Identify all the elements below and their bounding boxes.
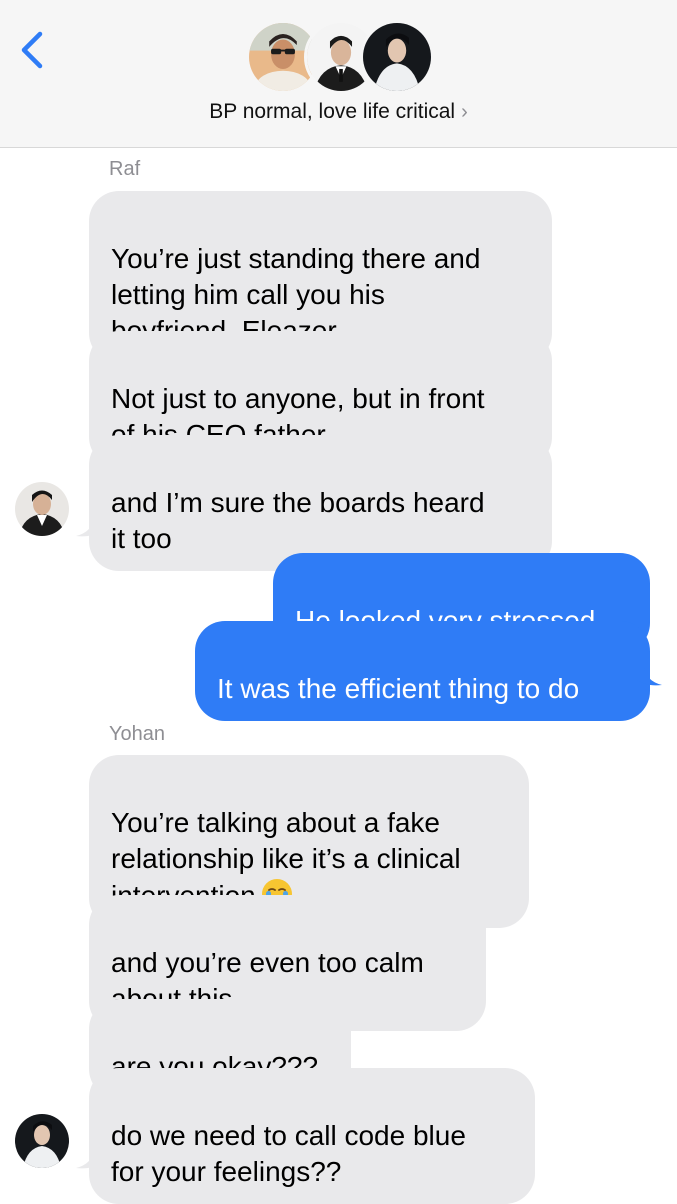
- message-text: and I’m sure the boards heard it too: [111, 487, 485, 554]
- back-button[interactable]: [16, 28, 50, 72]
- chat-header: BP normal, love life critical ›: [0, 0, 677, 148]
- message-bubble-incoming[interactable]: and I’m sure the boards heard it too: [89, 435, 552, 571]
- bubble-tail: [76, 1150, 102, 1169]
- sender-avatar[interactable]: [15, 482, 69, 536]
- message-text: It was the efficient thing to do: [217, 673, 580, 704]
- group-title[interactable]: BP normal, love life critical ›: [0, 100, 677, 124]
- chevron-right-icon: ›: [461, 101, 468, 123]
- bubble-tail: [636, 667, 662, 686]
- chevron-left-icon: [21, 31, 43, 69]
- sender-name: Raf: [109, 158, 141, 180]
- message-bubble-outgoing[interactable]: It was the efficient thing to do: [195, 621, 650, 721]
- message-bubble-incoming[interactable]: do we need to call code blue for your fe…: [89, 1068, 535, 1204]
- group-title-text: BP normal, love life critical: [209, 100, 456, 123]
- sender-name: Yohan: [109, 723, 165, 745]
- group-avatars[interactable]: [246, 20, 434, 96]
- message-text: do we need to call code blue for your fe…: [111, 1120, 466, 1187]
- sender-avatar[interactable]: [15, 1114, 69, 1168]
- bubble-tail: [76, 518, 102, 537]
- member-avatar: [360, 20, 434, 94]
